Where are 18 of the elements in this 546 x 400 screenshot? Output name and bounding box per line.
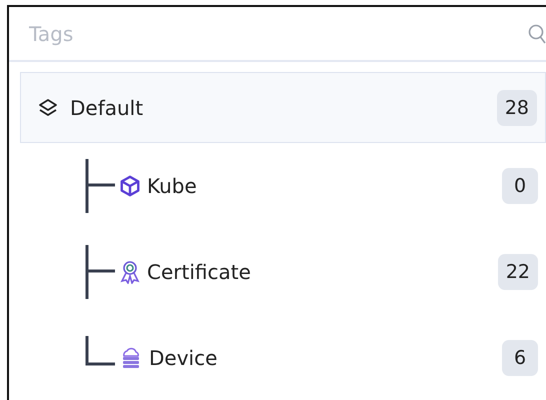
- count-badge: 22: [498, 254, 538, 290]
- search-field[interactable]: Tags: [29, 22, 528, 46]
- tree-item[interactable]: Default 28: [20, 72, 546, 143]
- tree-item[interactable]: Device 6: [9, 315, 546, 400]
- tree-item[interactable]: Kube 0: [9, 143, 546, 229]
- award-ribbon-icon: [119, 260, 141, 284]
- count-badge: 28: [496, 90, 537, 126]
- tree-item[interactable]: Certificate 22: [9, 229, 546, 315]
- layers-icon: [38, 98, 58, 118]
- tree-connector: [85, 336, 115, 366]
- count-badge: 6: [502, 340, 538, 376]
- item-label: Kube: [147, 174, 198, 198]
- item-label: Certificate: [147, 260, 252, 284]
- item-label: Device: [149, 346, 218, 370]
- item-label: Default: [70, 96, 144, 120]
- count-badge: 0: [502, 168, 538, 204]
- search-icon[interactable]: [528, 24, 546, 44]
- cube-icon: [119, 175, 141, 197]
